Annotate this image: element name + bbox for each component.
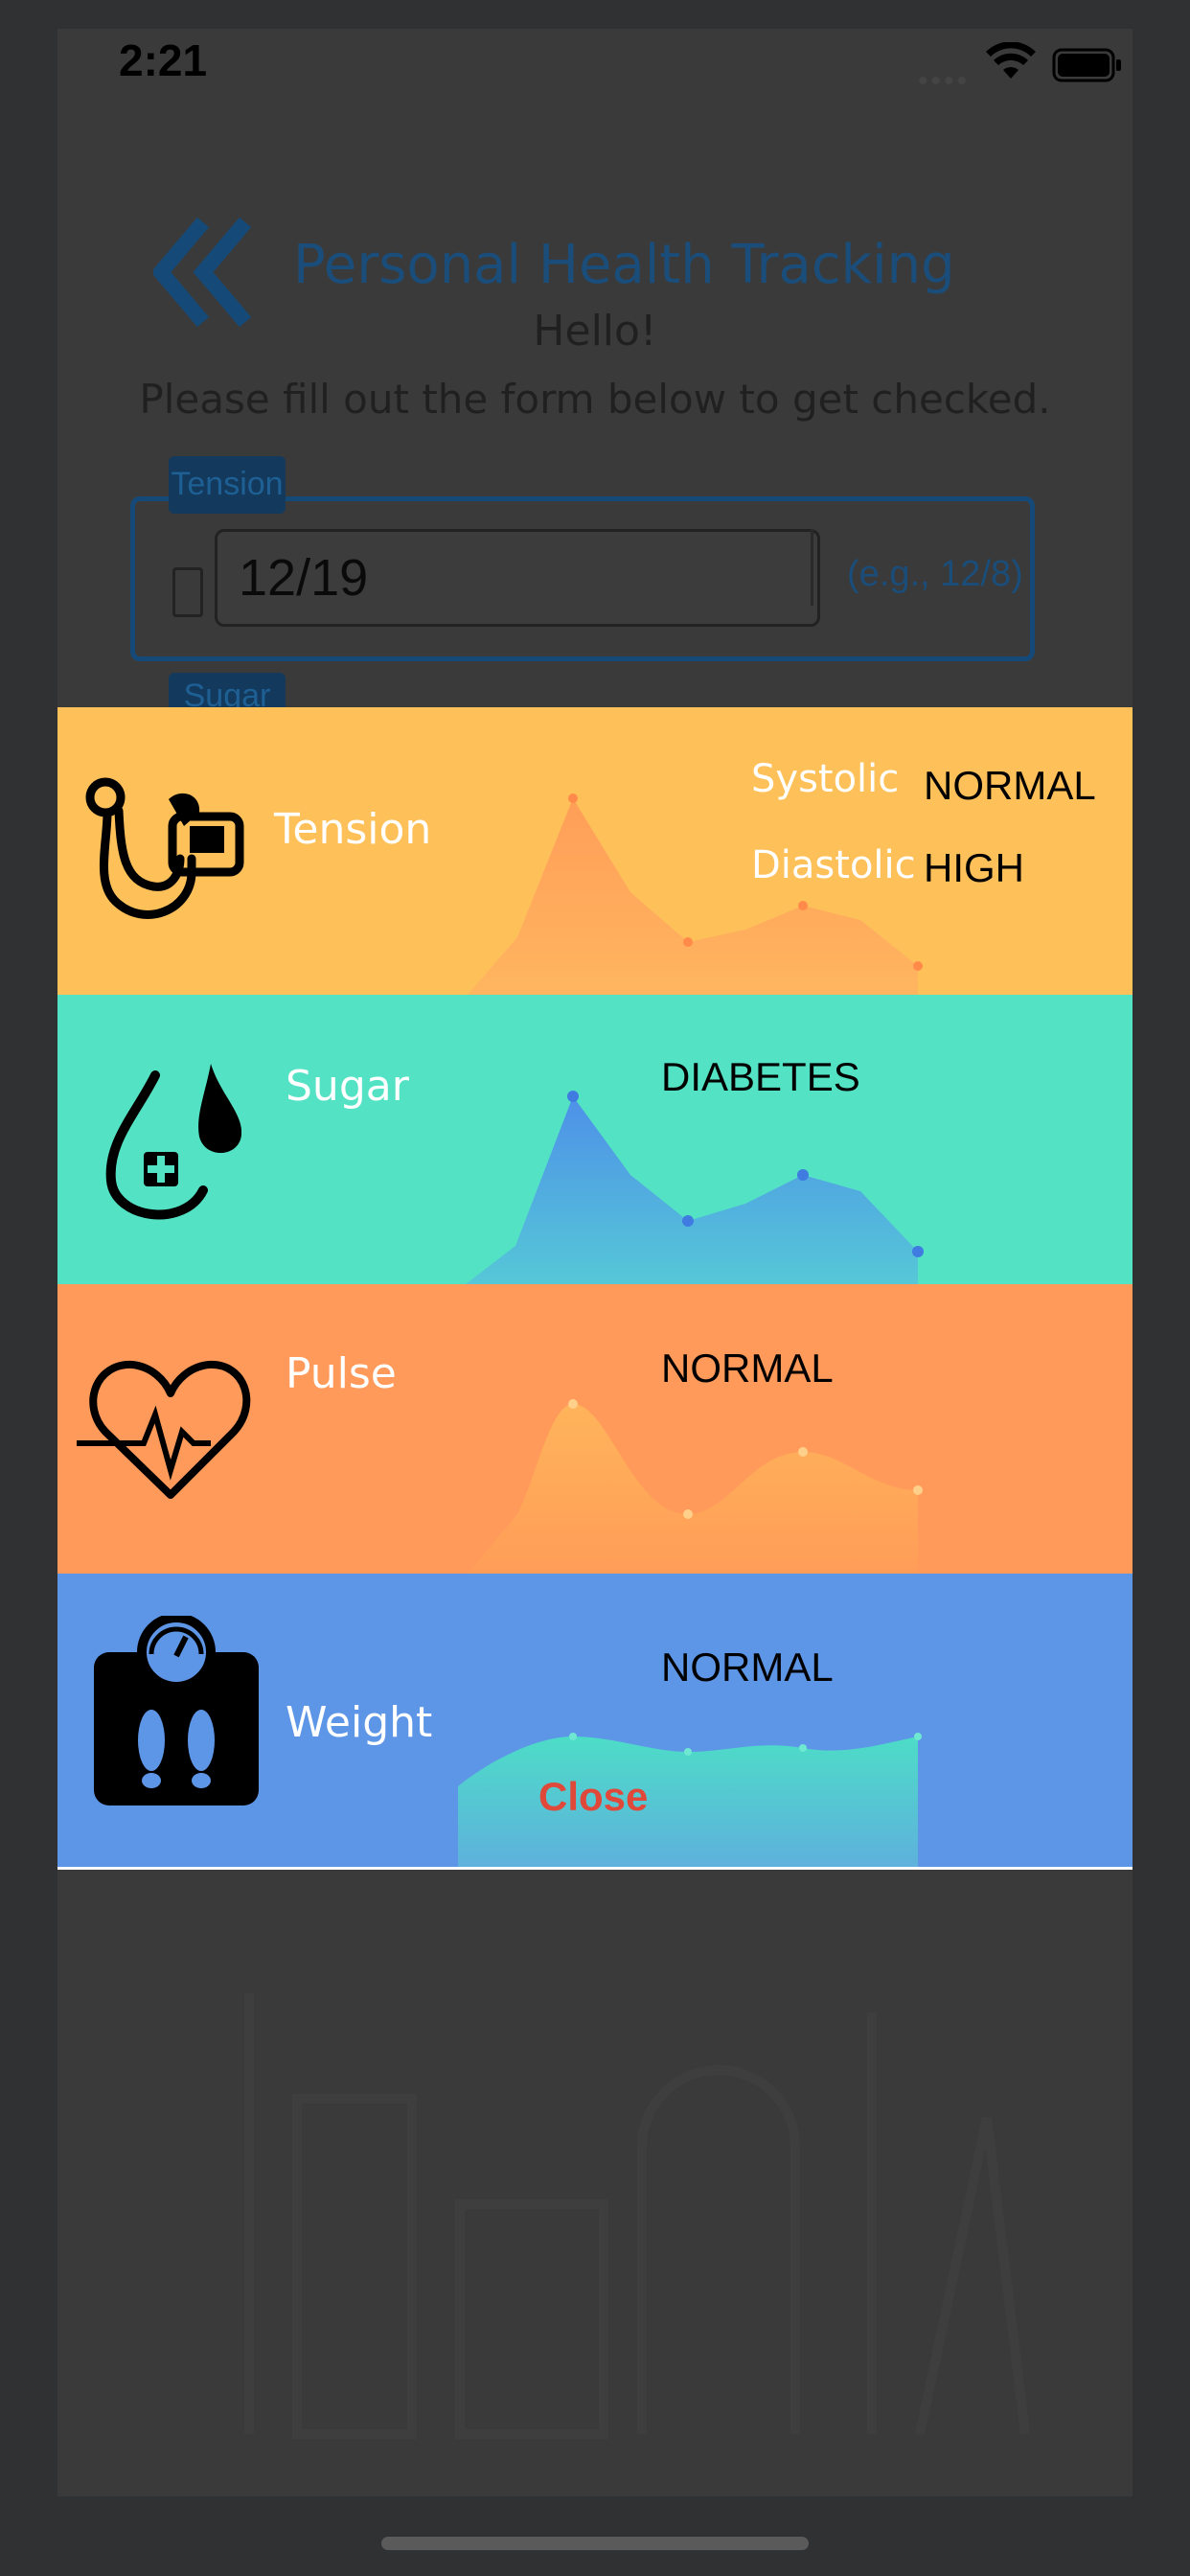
tension-result-panel: Tension Systolic NORMAL Diastolic HIGH <box>57 707 1133 995</box>
status-time: 2:21 <box>119 35 208 85</box>
weight-result-panel: Weight NORMAL <box>57 1574 1133 1867</box>
heart-pulse-icon <box>77 1360 251 1499</box>
background-illustration <box>244 1993 1030 2439</box>
blood-pressure-icon <box>85 777 244 919</box>
sugar-status: DIABETES <box>661 1054 860 1099</box>
home-indicator <box>381 2537 809 2550</box>
sugar-result-panel: Sugar DIABETES <box>57 995 1133 1284</box>
diastolic-label: Diastolic <box>751 843 916 887</box>
sugar-label: Sugar <box>286 1062 409 1111</box>
pulse-status: NORMAL <box>661 1346 834 1391</box>
sugar-tag: Sugar <box>169 673 286 707</box>
weight-status: NORMAL <box>661 1644 834 1690</box>
weight-label: Weight <box>286 1698 433 1747</box>
systolic-label: Systolic <box>751 757 900 801</box>
blood-drop-icon <box>105 1064 241 1220</box>
page-title: Personal Health Tracking <box>293 234 955 296</box>
tension-input[interactable]: 12/19 <box>215 529 820 627</box>
close-button[interactable]: Close <box>538 1774 648 1820</box>
scale-icon <box>94 1616 259 1806</box>
tension-label: Tension <box>274 805 432 854</box>
tension-field-icon <box>172 567 203 617</box>
results-modal: Tension Systolic NORMAL Diastolic HIGH S… <box>57 707 1133 1870</box>
wifi-icon <box>986 42 1036 79</box>
greeting: Hello! <box>533 307 657 356</box>
instructions: Please fill out the form below to get ch… <box>139 376 1051 423</box>
tension-tag: Tension <box>169 456 286 514</box>
tension-hint: (e.g., 12/8) <box>847 554 1023 594</box>
pulse-result-panel: Pulse NORMAL <box>57 1284 1133 1574</box>
battery-icon <box>1052 48 1121 82</box>
diastolic-status: HIGH <box>924 845 1024 890</box>
divider <box>811 529 813 606</box>
signal-icon: •••• <box>918 65 971 97</box>
systolic-status: NORMAL <box>924 763 1096 808</box>
pulse-label: Pulse <box>286 1349 397 1398</box>
